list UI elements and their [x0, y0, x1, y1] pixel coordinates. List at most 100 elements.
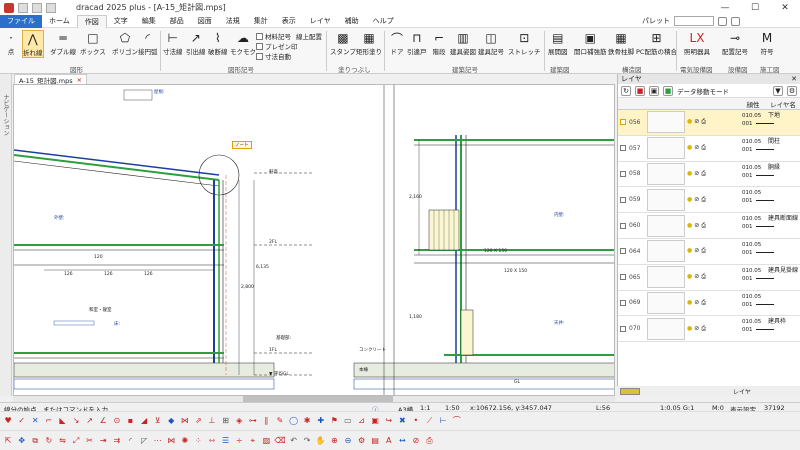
menu-aggregate[interactable]: 集計 — [247, 15, 275, 28]
current-color-swatch[interactable] — [620, 387, 640, 395]
cloud-tool-button[interactable]: ☁ モクモク — [230, 30, 256, 56]
snap-corner-icon[interactable]: ⌐ — [43, 415, 54, 426]
snap-ext-icon[interactable]: ⇗ — [193, 415, 204, 426]
snap-diag-icon[interactable]: ⟋ — [424, 415, 435, 426]
refresh-icon[interactable]: ↻ — [621, 85, 631, 96]
lock-icon[interactable]: ⊘ — [694, 247, 699, 255]
lock-icon[interactable]: ⊘ — [694, 222, 699, 230]
lock-icon[interactable]: ⊘ — [694, 273, 699, 281]
steel-column-base-button[interactable]: ▦ 鉄骨柱脚 — [608, 30, 634, 56]
edit-scale-icon[interactable]: ⤢ — [71, 435, 82, 446]
print-icon[interactable]: ⎙ — [701, 299, 706, 307]
fitting-symbol-button[interactable]: ◫ 建具記号 — [478, 30, 504, 56]
snap-ortho-icon[interactable]: ⊢ — [438, 415, 449, 426]
gear-icon[interactable]: ⚙ — [787, 85, 797, 96]
material-symbol-button[interactable]: 材料記号 — [256, 31, 291, 41]
edit-zoomout-icon[interactable]: ⊖ — [342, 435, 353, 446]
snap-link-icon[interactable]: ⊶ — [247, 415, 258, 426]
quick-save-icon[interactable] — [18, 2, 28, 13]
layer-checkbox[interactable] — [620, 299, 626, 306]
layer-row[interactable]: 057 ● ⊘ ⎙ 010.05 001 間柱 — [618, 136, 800, 162]
layer-color-icon[interactable]: ■ — [635, 85, 645, 96]
edit-array-icon[interactable]: ⁘ — [193, 435, 204, 446]
layer-checkbox[interactable] — [620, 170, 626, 177]
rect-fill-tool-button[interactable]: ▦ 矩形塗り — [356, 30, 382, 56]
edit-rotate-icon[interactable]: ↻ — [43, 435, 54, 446]
snap-dot-icon[interactable]: • — [410, 415, 421, 426]
lock-icon[interactable]: ⊘ — [694, 325, 699, 333]
stretch-tool-button[interactable]: ⊡ ストレッチ — [508, 30, 541, 56]
snap-star-icon[interactable]: ✱ — [302, 415, 313, 426]
lock-icon[interactable]: ⊘ — [694, 196, 699, 204]
stamp-tool-button[interactable]: ▩ スタンプ — [330, 30, 356, 56]
edit-select-icon[interactable]: ⇱ — [3, 435, 14, 446]
layer-row[interactable]: 058 ● ⊘ ⎙ 010.05 001 胴縁 — [618, 162, 800, 188]
bulb-icon[interactable]: ● — [687, 222, 692, 230]
layer-row[interactable]: 064 ● ⊘ ⎙ 010.05 001 — [618, 239, 800, 265]
snap-bend-icon[interactable]: ↘ — [71, 415, 82, 426]
snap-hook-icon[interactable]: ↪ — [383, 415, 394, 426]
menu-view[interactable]: 表示 — [275, 15, 303, 28]
edit-pan-icon[interactable]: ✋ — [315, 435, 326, 446]
maximize-button[interactable]: ☐ — [740, 0, 770, 15]
placement-symbol-button[interactable]: ⊸ 配置記号 — [722, 30, 748, 56]
bulb-icon[interactable]: ● — [687, 144, 692, 152]
dimension-tool-button[interactable]: ⊢ 寸法線 — [163, 30, 183, 56]
print-icon[interactable]: ⎙ — [701, 196, 706, 204]
menu-edit[interactable]: 編集 — [135, 15, 163, 28]
drawing-canvas[interactable]: 軒高 2FL 1FL ▼ 平均GL 和室・寝室 本棟 屋根: 外壁: 内壁: 床… — [13, 84, 615, 396]
close-button[interactable]: ✕ — [770, 0, 800, 15]
menu-drawing[interactable]: 図面 — [191, 15, 219, 28]
snap-endpoint-icon[interactable]: ✓ — [16, 415, 27, 426]
edit-move-icon[interactable]: ✥ — [16, 435, 27, 446]
print-icon[interactable]: ⎙ — [701, 144, 706, 152]
snap-x-icon[interactable]: ✖ — [397, 415, 408, 426]
stairs-tool-button[interactable]: ⌐ 階段 — [430, 30, 448, 56]
print-icon[interactable]: ⎙ — [701, 118, 706, 126]
menu-text[interactable]: 文字 — [107, 15, 135, 28]
menu-regulation[interactable]: 法規 — [219, 15, 247, 28]
layer-row[interactable]: 070 ● ⊘ ⎙ 010.05 001 建具枠 — [618, 316, 800, 343]
edit-divide-icon[interactable]: ÷ — [234, 435, 245, 446]
bulb-icon[interactable]: ● — [687, 273, 692, 281]
edit-measure-icon[interactable]: ⌖ — [247, 435, 258, 446]
polygon-tool-button[interactable]: ⬠ ポリゴン — [112, 30, 138, 56]
filter-icon[interactable]: ▼ — [773, 85, 783, 96]
layer-checkbox[interactable] — [620, 325, 626, 332]
menu-parts[interactable]: 部品 — [163, 15, 191, 28]
polyline-tool-button[interactable]: ⋀ 折れ線 — [22, 30, 44, 58]
snap-quad-icon[interactable]: ◈ — [234, 415, 245, 426]
layer-checkbox[interactable] — [620, 196, 626, 203]
lock-icon[interactable]: ⊘ — [694, 118, 699, 126]
leader-tool-button[interactable]: ↗ 引出線 — [186, 30, 206, 56]
lock-icon[interactable]: ⊘ — [694, 170, 699, 178]
bulb-icon[interactable]: ● — [687, 247, 692, 255]
snap-square-icon[interactable]: ▪ — [125, 415, 136, 426]
edit-dim-icon[interactable]: ↔ — [397, 435, 408, 446]
snap-mid-icon[interactable]: ◣ — [57, 415, 68, 426]
layer-checkbox[interactable] — [620, 274, 626, 281]
lighting-button[interactable]: LX 照明器具 — [684, 30, 710, 56]
snap-parallel-icon[interactable]: ∥ — [261, 415, 272, 426]
settings-icon[interactable] — [718, 16, 727, 26]
layer-row[interactable]: 060 ● ⊘ ⎙ 010.05 001 建具断面線 — [618, 213, 800, 239]
print-icon[interactable]: ⎙ — [701, 273, 706, 281]
snap-grid-icon[interactable]: ⊞ — [220, 415, 231, 426]
edit-stretch-icon[interactable]: ⇿ — [207, 435, 218, 446]
print-icon[interactable]: ⎙ — [701, 222, 706, 230]
pc-rebar-button[interactable]: ⊞ PC配筋の積合 — [636, 30, 677, 56]
edit-erase-icon[interactable]: ⌫ — [274, 435, 285, 446]
layer-checkbox[interactable] — [620, 119, 626, 126]
opening-reinforce-button[interactable]: ▣ 開口補強筋 — [574, 30, 607, 56]
snap-plus-icon[interactable]: ✚ — [315, 415, 326, 426]
snap-center-icon[interactable]: ⊙ — [111, 415, 122, 426]
box-tool-button[interactable]: □ ボックス — [80, 30, 106, 56]
snap-diamond-icon[interactable]: ◆ — [166, 415, 177, 426]
menu-assist[interactable]: 補助 — [338, 15, 366, 28]
menu-file[interactable]: ファイル — [0, 14, 42, 28]
edit-chamfer-icon[interactable]: ◸ — [139, 435, 150, 446]
bulb-icon[interactable]: ● — [687, 170, 692, 178]
edit-mirror-icon[interactable]: ⇋ — [57, 435, 68, 446]
menu-home[interactable]: ホーム — [42, 15, 77, 28]
edit-layer-icon[interactable]: ▤ — [370, 435, 381, 446]
